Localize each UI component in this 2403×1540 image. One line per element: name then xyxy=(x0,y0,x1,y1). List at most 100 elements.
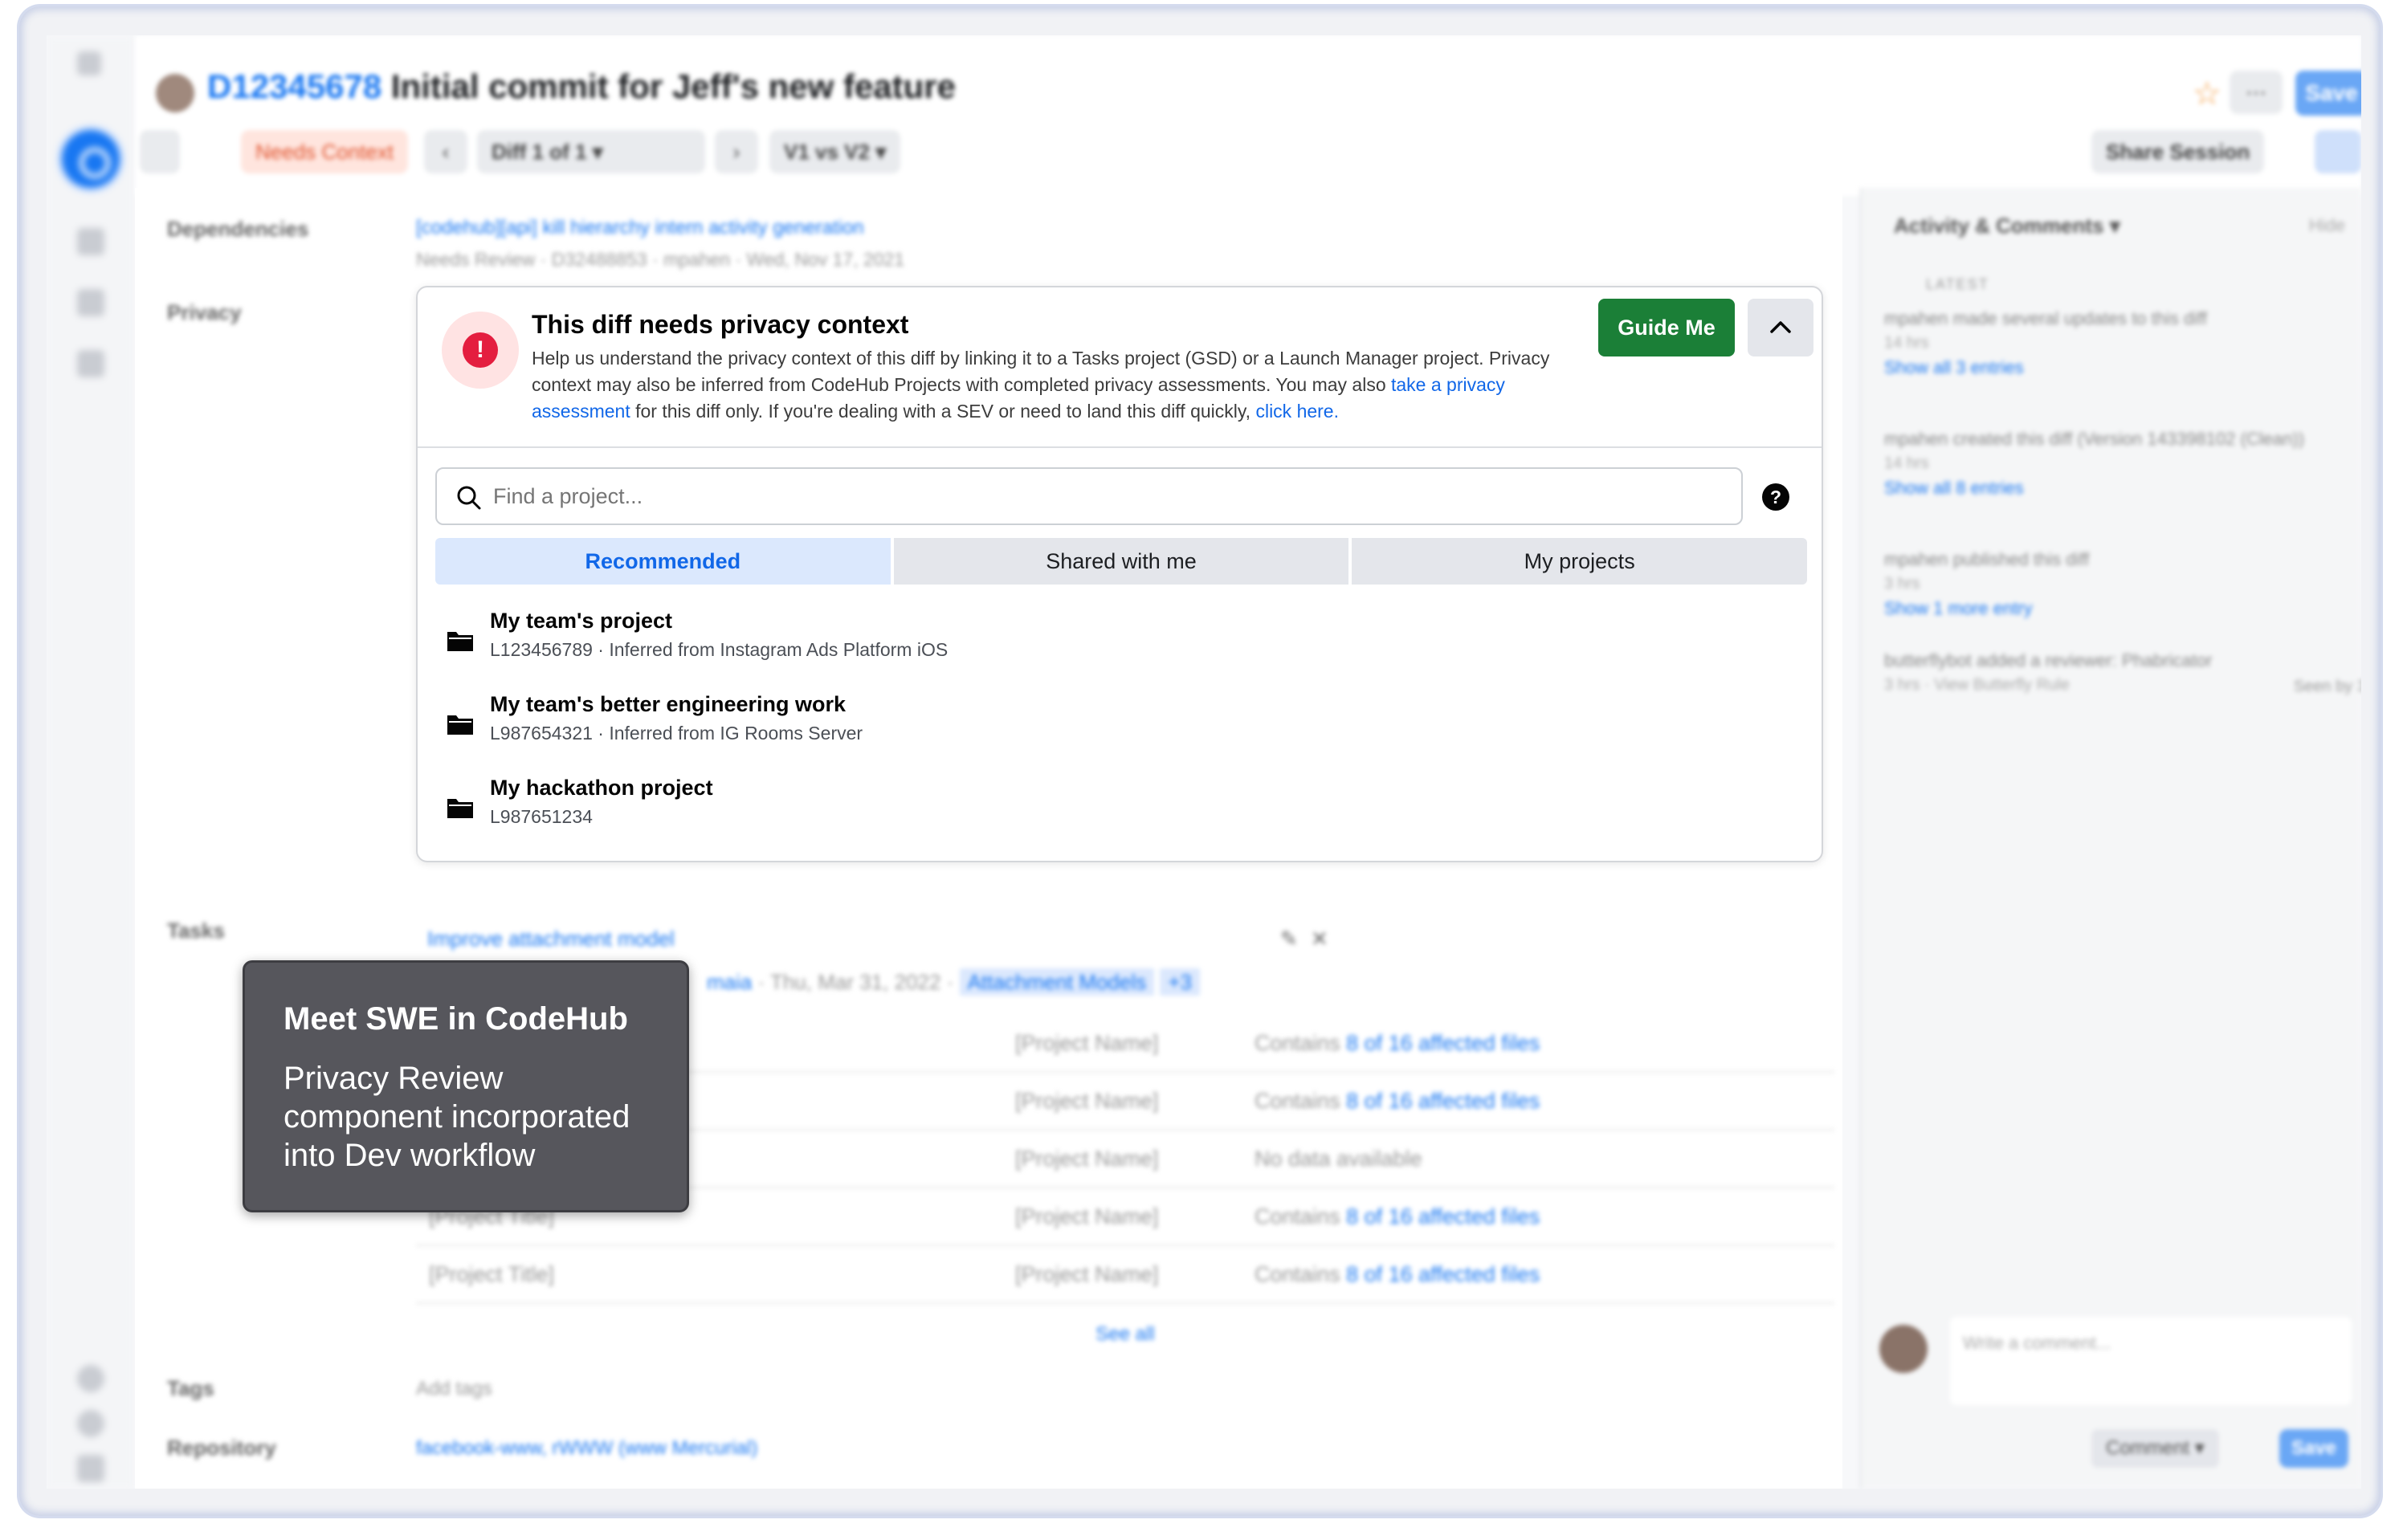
dependency-meta: Needs Review · D32488853 · mpahen · Wed,… xyxy=(416,249,905,270)
search-icon xyxy=(457,486,481,510)
diff-title: Initial commit for Jeff's new feature xyxy=(390,67,957,105)
row-project: [Project Name] xyxy=(1015,1031,1159,1055)
project-name: My hackathon project xyxy=(490,776,713,800)
tab-recommended[interactable]: Recommended xyxy=(435,538,891,585)
activity-link[interactable]: Show all 3 entries xyxy=(1884,357,2334,378)
help-icon[interactable]: ? xyxy=(1762,483,1789,511)
chevron-up-icon xyxy=(1770,321,1791,333)
repository-value[interactable]: facebook-www, rWWW (www Mercurial) xyxy=(416,1437,757,1460)
task-tag[interactable]: Attachment Models xyxy=(959,968,1155,996)
tags-label: Tags xyxy=(167,1376,214,1400)
activity-item: mpahen published this diff 3 hrs Show 1 … xyxy=(1884,549,2334,619)
tooltip-title: Meet SWE in CodeHub xyxy=(284,1001,628,1037)
tab-shared-with-me[interactable]: Shared with me xyxy=(893,538,1349,585)
activity-text: butterflybot added a reviewer: Phabricat… xyxy=(1884,650,2213,670)
row-status: Contains 8 of 16 affected files xyxy=(1255,1031,1540,1055)
help-icon[interactable] xyxy=(77,1410,104,1437)
activity-item: mpahen created this diff (Version 143398… xyxy=(1884,429,2334,499)
activity-icon[interactable] xyxy=(77,289,104,316)
activity-time: 14 hrs xyxy=(1884,334,1929,352)
version-compare-select[interactable]: V1 vs V2 ▾ xyxy=(769,130,901,173)
search-icon[interactable] xyxy=(77,228,104,255)
tab-my-projects[interactable]: My projects xyxy=(1352,538,1808,585)
folder-icon xyxy=(447,632,473,651)
chat-icon[interactable] xyxy=(2315,130,2361,173)
next-diff-button[interactable]: › xyxy=(715,130,758,173)
repository-label: Repository xyxy=(167,1436,276,1460)
activity-time: 3 hrs · View Butterfly Rule xyxy=(1884,676,2070,694)
page-title: D12345678 Initial commit for Jeff's new … xyxy=(207,67,956,106)
diff-id[interactable]: D12345678 xyxy=(207,67,381,105)
prev-diff-button[interactable]: ‹ xyxy=(424,130,467,173)
activity-text: mpahen made several updates to this diff xyxy=(1884,308,2207,328)
collapse-button[interactable] xyxy=(1748,299,1813,356)
row-project: [Project Name] xyxy=(1015,1204,1159,1228)
task-tag-more[interactable]: +3 xyxy=(1160,968,1201,996)
activity-header[interactable]: Activity & Comments ▾ xyxy=(1894,214,2120,238)
project-name: My team's project xyxy=(490,609,672,633)
comment-box[interactable]: Write a comment... xyxy=(1950,1317,2352,1405)
project-meta: L987654321 · Inferred from IG Rooms Serv… xyxy=(490,723,863,744)
task-link[interactable]: Improve attachment model xyxy=(427,927,675,951)
star-icon[interactable]: ☆ xyxy=(2193,75,2221,112)
project-tabs: Recommended Shared with me My projects xyxy=(435,538,1808,585)
tasks-label: Tasks xyxy=(167,919,225,943)
row-title: [Project Title] xyxy=(429,1262,555,1286)
menu-icon[interactable] xyxy=(77,51,101,75)
settings-icon[interactable] xyxy=(77,1365,104,1392)
profile-icon[interactable] xyxy=(77,1455,104,1482)
search-input[interactable] xyxy=(493,479,1698,514)
privacy-card-header: ! This diff needs privacy context Help u… xyxy=(418,287,1822,448)
guide-me-button[interactable]: Guide Me xyxy=(1598,299,1735,356)
more-icon[interactable]: ⋯ xyxy=(2230,71,2283,114)
seen-by[interactable]: Seen by 3 xyxy=(2294,678,2361,696)
edit-icon[interactable]: ✎ xyxy=(1280,927,1298,951)
feature-callout-tooltip: Meet SWE in CodeHub Privacy Review compo… xyxy=(243,960,689,1212)
activity-link[interactable]: Show all 8 entries xyxy=(1884,478,2334,499)
see-all-link[interactable]: See all xyxy=(416,1323,1834,1346)
task-user[interactable]: maia xyxy=(707,970,752,994)
left-rail xyxy=(47,35,135,1489)
row-status: Contains 8 of 16 affected files xyxy=(1255,1262,1540,1286)
folder-icon xyxy=(447,715,473,735)
tooltip-description: Privacy Review component incorporated in… xyxy=(284,1061,630,1173)
close-icon[interactable]: ✕ xyxy=(1311,927,1328,951)
activity-link[interactable]: Show 1 more entry xyxy=(1884,598,2334,619)
activity-sidebar: Activity & Comments ▾ Hide LATEST mpahen… xyxy=(1860,188,2361,1489)
codehub-icon[interactable] xyxy=(62,130,120,188)
row-status: No data available xyxy=(1255,1147,1422,1171)
row-status: Contains 8 of 16 affected files xyxy=(1255,1089,1540,1113)
project-list-item[interactable]: My team's project L123456789 · Inferred … xyxy=(447,609,1796,681)
privacy-label: Privacy xyxy=(167,300,242,324)
privacy-card-description: Help us understand the privacy context o… xyxy=(532,348,1550,422)
click-here-link[interactable]: click here. xyxy=(1255,401,1339,422)
project-search[interactable] xyxy=(435,467,1743,525)
row-status: Contains 8 of 16 affected files xyxy=(1255,1204,1540,1228)
save-button[interactable]: Save xyxy=(2295,71,2361,116)
task-date: Thu, Mar 31, 2022 xyxy=(770,970,941,994)
comment-button[interactable]: Comment ▾ xyxy=(2091,1429,2219,1468)
my-avatar xyxy=(1879,1325,1928,1373)
folder-icon xyxy=(447,799,473,818)
tags-value[interactable]: Add tags xyxy=(416,1378,492,1400)
project-list-item[interactable]: My hackathon project L987651234 xyxy=(447,776,1796,848)
row-project: [Project Name] xyxy=(1015,1262,1159,1286)
project-name: My team's better engineering work xyxy=(490,692,847,716)
row-project: [Project Name] xyxy=(1015,1089,1159,1113)
dependency-link[interactable]: [codehub][api] kill hierarchy intern act… xyxy=(416,217,864,239)
activity-text: mpahen published this diff xyxy=(1884,549,2090,569)
diff-selector[interactable]: Diff 1 of 1 ▾ xyxy=(477,130,705,173)
project-meta: L987651234 xyxy=(490,806,593,827)
privacy-context-card: ! This diff needs privacy context Help u… xyxy=(416,286,1823,862)
project-list-item[interactable]: My team's better engineering work L98765… xyxy=(447,692,1796,764)
app-window: D12345678 Initial commit for Jeff's new … xyxy=(47,35,2361,1489)
dependencies-label: Dependencies xyxy=(167,217,309,241)
activity-time: 3 hrs xyxy=(1884,575,1920,593)
diff-main-content: Dependencies [codehub][api] kill hierarc… xyxy=(135,188,1842,1489)
hide-link[interactable]: Hide xyxy=(2309,215,2345,236)
table-icon[interactable] xyxy=(77,350,104,377)
comment-save-button[interactable]: Save xyxy=(2279,1429,2348,1468)
share-session-button[interactable]: Share Session xyxy=(2091,130,2265,173)
list-toggle-icon[interactable] xyxy=(140,130,180,173)
activity-item: butterflybot added a reviewer: Phabricat… xyxy=(1884,650,2361,695)
